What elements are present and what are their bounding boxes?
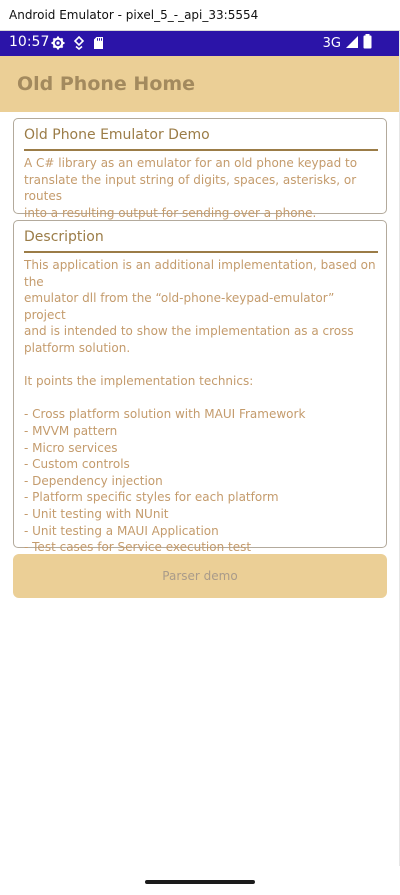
battery-icon <box>363 33 372 53</box>
status-notification-icons <box>51 35 104 54</box>
status-system-icons: 3G <box>322 33 372 53</box>
app-header: Old Phone Home <box>0 56 400 112</box>
network-type: 3G <box>322 35 341 51</box>
location-icon <box>73 35 85 54</box>
description-card-title: Description <box>24 229 104 245</box>
status-time: 10:57 <box>9 34 50 50</box>
parser-demo-button[interactable]: Parser demo <box>13 554 387 598</box>
description-card: Description This application is an addit… <box>13 220 387 571</box>
window-title: Android Emulator - pixel_5_-_api_33:5554 <box>9 8 259 22</box>
page-title: Old Phone Home <box>17 73 196 95</box>
signal-icon <box>345 34 359 53</box>
sd-card-icon <box>93 35 104 54</box>
intro-card-text: A C# library as an emulator for an old p… <box>24 156 358 220</box>
settings-icon <box>51 35 65 54</box>
gesture-navigation-bar <box>0 866 400 895</box>
emulator-window-titlebar[interactable]: Android Emulator - pixel_5_-_api_33:5554 <box>0 0 400 31</box>
intro-card: Old Phone Emulator Demo A C# library as … <box>13 118 387 220</box>
description-card-divider <box>24 251 378 253</box>
description-card-text: This application is an additional implem… <box>24 258 376 571</box>
status-bar: 10:57 3G <box>0 31 400 56</box>
home-gesture-handle[interactable] <box>145 880 255 884</box>
intro-card-title: Old Phone Emulator Demo <box>24 127 210 143</box>
intro-card-divider <box>24 149 378 151</box>
